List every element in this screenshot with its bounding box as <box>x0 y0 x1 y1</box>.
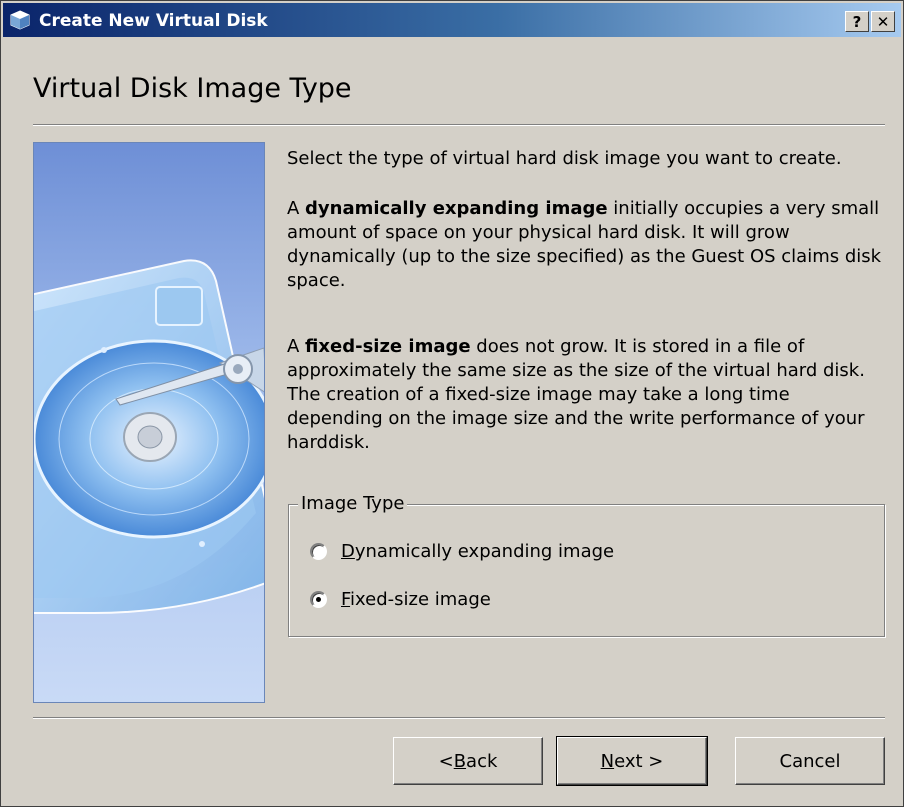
fixed-term: fixed-size image <box>305 336 471 357</box>
dialog-window: Create New Virtual Disk ? ✕ Virtual Disk… <box>0 0 904 807</box>
back-button[interactable]: < Back <box>393 737 543 785</box>
close-button[interactable]: ✕ <box>871 11 895 32</box>
intro-text: Select the type of virtual hard disk ima… <box>287 148 842 169</box>
hard-disk-illustration <box>33 142 265 703</box>
fixed-description: A fixed-size image does not grow. It is … <box>287 335 885 455</box>
image-type-legend: Image Type <box>298 492 408 516</box>
option-fixed[interactable]: Fixed-size image <box>310 586 491 612</box>
dynamic-term: dynamically expanding image <box>305 198 608 219</box>
dynamic-prefix: A <box>287 198 306 219</box>
footer-divider <box>33 717 885 719</box>
radio-fixed[interactable] <box>310 590 327 608</box>
image-type-group <box>288 504 885 637</box>
virtualbox-cube-icon <box>9 9 31 31</box>
title-bar[interactable]: Create New Virtual Disk ? ✕ <box>3 3 901 37</box>
option-dynamic-label[interactable]: Dynamically expanding image <box>341 541 614 562</box>
header-divider <box>33 124 885 126</box>
option-fixed-label[interactable]: Fixed-size image <box>341 589 491 610</box>
next-button[interactable]: Next > <box>556 736 708 786</box>
window-title: Create New Virtual Disk <box>39 11 268 31</box>
page-title: Virtual Disk Image Type <box>33 73 352 104</box>
radio-dynamic[interactable] <box>310 542 327 560</box>
cancel-button[interactable]: Cancel <box>735 737 885 785</box>
fixed-prefix: A <box>287 336 306 357</box>
option-dynamic[interactable]: Dynamically expanding image <box>310 538 614 564</box>
dynamic-description: A dynamically expanding image initially … <box>287 197 885 293</box>
help-button[interactable]: ? <box>845 11 869 32</box>
